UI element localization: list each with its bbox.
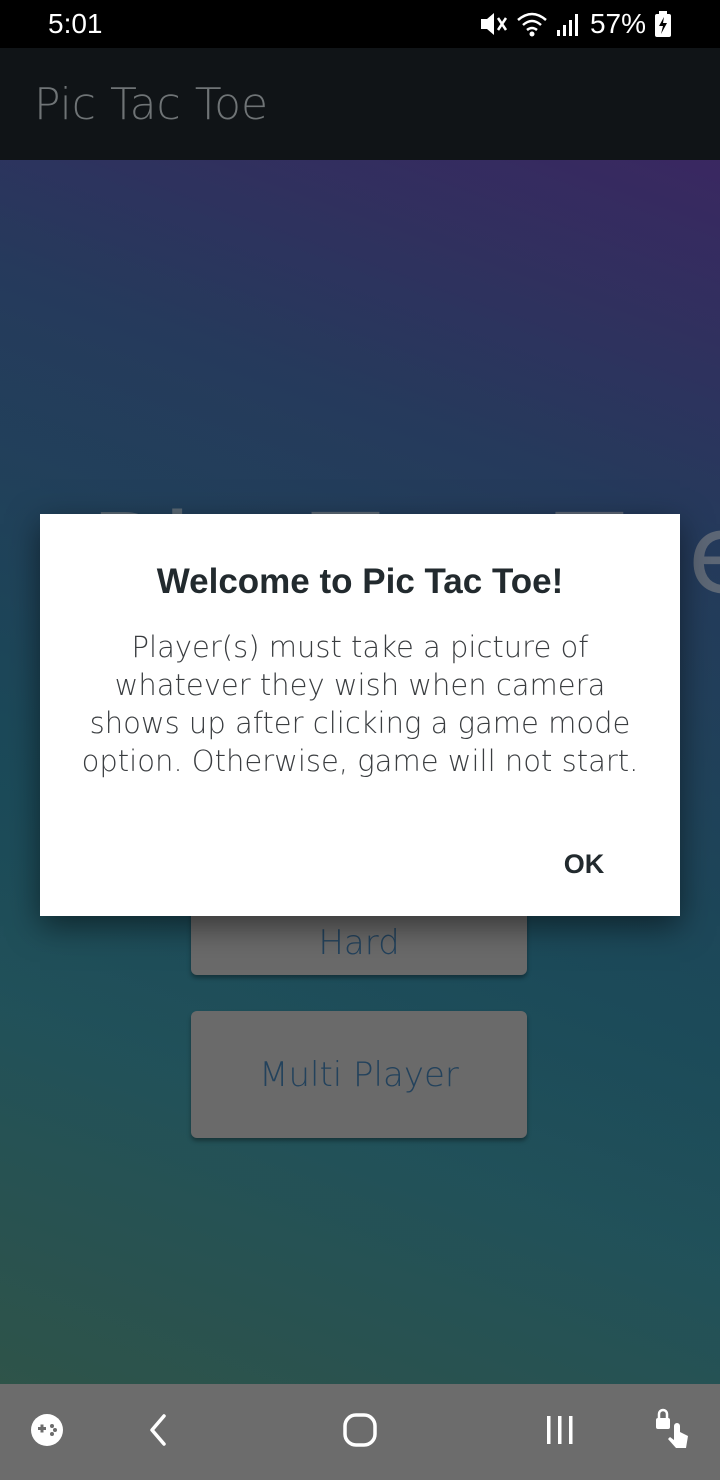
ok-button[interactable]: OK <box>534 836 634 892</box>
status-icons: 57% <box>478 8 672 40</box>
app-bar: Pic Tac Toe <box>0 48 720 160</box>
dialog-title: Welcome to Pic Tac Toe! <box>156 562 564 601</box>
app-title: Pic Tac Toe <box>34 78 269 130</box>
home-icon <box>342 1412 378 1453</box>
status-time: 5:01 <box>48 8 103 39</box>
recent-apps-button[interactable] <box>530 1384 590 1480</box>
battery-charging-icon <box>654 10 672 38</box>
recent-apps-icon <box>544 1413 576 1452</box>
back-icon <box>146 1412 170 1453</box>
touch-lock-icon <box>650 1408 694 1457</box>
touch-lock-button[interactable] <box>646 1384 698 1480</box>
welcome-dialog: Welcome to Pic Tac Toe! Player(s) must t… <box>40 514 680 916</box>
dialog-message: Player(s) must take a picture of whateve… <box>81 630 639 778</box>
back-button[interactable] <box>130 1384 186 1480</box>
game-tools-button[interactable] <box>24 1384 70 1480</box>
navigation-bar <box>0 1384 720 1480</box>
wifi-icon <box>516 10 548 38</box>
battery-text: 57% <box>589 8 646 39</box>
home-button[interactable] <box>328 1384 392 1480</box>
mute-icon <box>478 10 508 38</box>
multi-player-button[interactable]: Multi Player <box>191 1011 527 1138</box>
game-tools-icon <box>27 1410 67 1455</box>
signal-icon <box>556 10 582 38</box>
status-bar: 5:01 57% <box>0 0 720 48</box>
